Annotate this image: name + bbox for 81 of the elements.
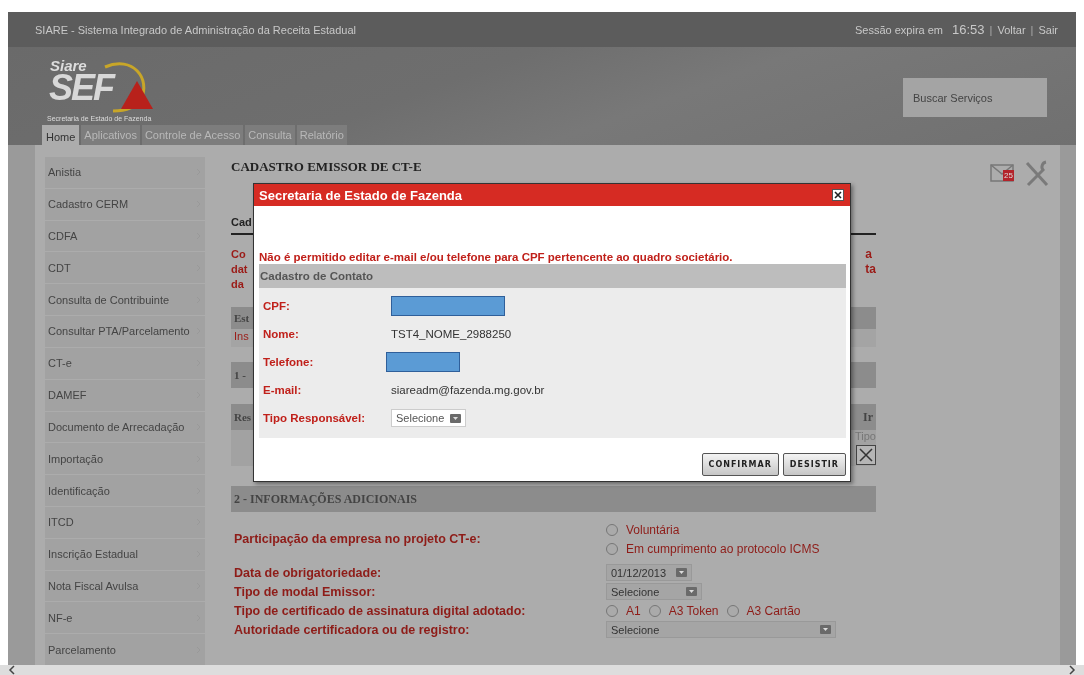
option-label: A3 Token xyxy=(668,603,719,618)
sidebar-item[interactable]: Identificação xyxy=(45,475,205,506)
dropdown-caret-icon xyxy=(820,625,831,634)
field-label: Nome: xyxy=(262,328,300,340)
notice-text: ta xyxy=(865,262,876,277)
option-label: Em cumprimento ao protocolo ICMS xyxy=(626,541,820,556)
redacted-field[interactable] xyxy=(391,296,505,316)
option-label: Voluntária xyxy=(626,522,680,537)
radio-button[interactable] xyxy=(606,604,618,617)
scroll-right-icon xyxy=(1068,665,1076,675)
error-message: Não é permitido editar e-mail e/ou telefone para CPF pertencente ao quadro societário. xyxy=(259,251,734,263)
top-link[interactable]: Voltar xyxy=(997,23,1026,36)
dropdown[interactable]: Selecione xyxy=(391,409,466,427)
field-label: Data de obrigatoriedade: xyxy=(233,565,383,580)
scroll-left-icon xyxy=(8,665,16,675)
sidebar-item[interactable]: CT-e xyxy=(45,347,205,379)
search-field[interactable]: Buscar Serviços xyxy=(903,78,1047,117)
dropdown-caret-icon xyxy=(676,568,687,577)
field-label: Tipo de modal Emissor: xyxy=(233,584,377,599)
field-label: Tipo de certificado de assinatura digital adotado: xyxy=(233,603,527,618)
page-title: CADASTRO EMISSOR DE CT-E xyxy=(231,159,423,176)
sidebar-item[interactable]: NF-e xyxy=(45,602,205,634)
sidebar-item[interactable]: Parcelamento xyxy=(45,634,205,665)
section-title: 1 - xyxy=(234,369,246,381)
top-link[interactable]: Sair xyxy=(1038,23,1058,36)
redacted-field[interactable] xyxy=(386,352,460,372)
sidebar-item[interactable]: Anistia xyxy=(45,157,205,188)
sidebar-item[interactable]: CDFA xyxy=(45,220,205,252)
sidebar-item[interactable]: DAMEF xyxy=(45,379,205,411)
sidebar-item[interactable]: Cadastro CERM xyxy=(45,188,205,220)
section-heading: Cad xyxy=(231,216,252,228)
session-label: Sessão expira em xyxy=(855,23,944,36)
notice-text: Co xyxy=(231,247,247,262)
field-value: siareadm@fazenda.mg.gov.br xyxy=(391,384,545,396)
radio-button[interactable] xyxy=(726,604,739,617)
dialog-button[interactable]: CONFIRMAR xyxy=(701,453,779,476)
dropdown[interactable]: Selecione xyxy=(606,583,702,600)
horizontal-scrollbar[interactable] xyxy=(0,665,1084,675)
option-label: A3 Cartão xyxy=(746,603,801,618)
dropdown[interactable]: Selecione xyxy=(606,621,836,638)
dropdown-caret-icon xyxy=(450,413,461,423)
option-label: A1 xyxy=(626,603,641,618)
sidebar-item[interactable]: Inscrição Estadual xyxy=(45,538,205,570)
radio-button[interactable] xyxy=(648,604,661,617)
status-text: Ins xyxy=(234,330,249,342)
notice-text: da xyxy=(231,277,245,292)
dropdown-caret-icon xyxy=(686,587,697,596)
date-field[interactable]: 01/12/2013 xyxy=(606,564,692,581)
sidebar-item[interactable]: ITCD xyxy=(45,506,205,538)
section-title: 2 - INFORMAÇÕES ADICIONAIS xyxy=(234,491,418,507)
dialog-title: Secretaria de Estado de Fazenda xyxy=(259,187,463,203)
table-header-text: Ir xyxy=(863,409,873,425)
app-title: SIARE - Sistema Integrado de Administração da Receita Estadual xyxy=(35,23,356,36)
separator: | xyxy=(1030,23,1034,36)
mail-icon xyxy=(990,164,1014,182)
field-label: E-mail: xyxy=(262,384,303,396)
close-icon xyxy=(832,189,844,201)
field-label: Telefone: xyxy=(262,356,315,368)
sidebar-item[interactable]: CDT xyxy=(45,252,205,284)
field-label: CPF: xyxy=(262,300,291,312)
field-value: TST4_NOME_2988250 xyxy=(391,328,512,340)
sidebar-item[interactable]: Consulta de Contribuinte xyxy=(45,284,205,316)
status-label: Est xyxy=(234,312,250,324)
field-label: Tipo Responsável: xyxy=(262,412,367,424)
radio-button[interactable] xyxy=(606,523,618,536)
section-title: Cadastro de Contato xyxy=(260,270,374,282)
notification-count: 25 xyxy=(1003,170,1014,181)
tools-icon xyxy=(1024,160,1050,188)
table-header-text: Res xyxy=(234,411,252,423)
sidebar-item[interactable]: Documento de Arrecadação xyxy=(45,411,205,443)
session-time: 16:53 xyxy=(952,22,985,37)
sidebar-item[interactable]: Consultar PTA/Parcelamento xyxy=(45,316,205,347)
notice-text: dat xyxy=(231,262,248,277)
sidebar-item[interactable]: Importação xyxy=(45,443,205,475)
notice-text: a xyxy=(865,247,873,262)
dialog-button[interactable]: DESISTIR xyxy=(782,453,846,476)
separator: | xyxy=(989,23,993,36)
sidebar-item[interactable]: Nota Fiscal Avulsa xyxy=(45,570,205,602)
radio-button[interactable] xyxy=(606,542,618,555)
field-label: Participação da empresa no projeto CT-e: xyxy=(233,532,482,546)
field-label: Autoridade certificadora ou de registro: xyxy=(233,622,471,637)
